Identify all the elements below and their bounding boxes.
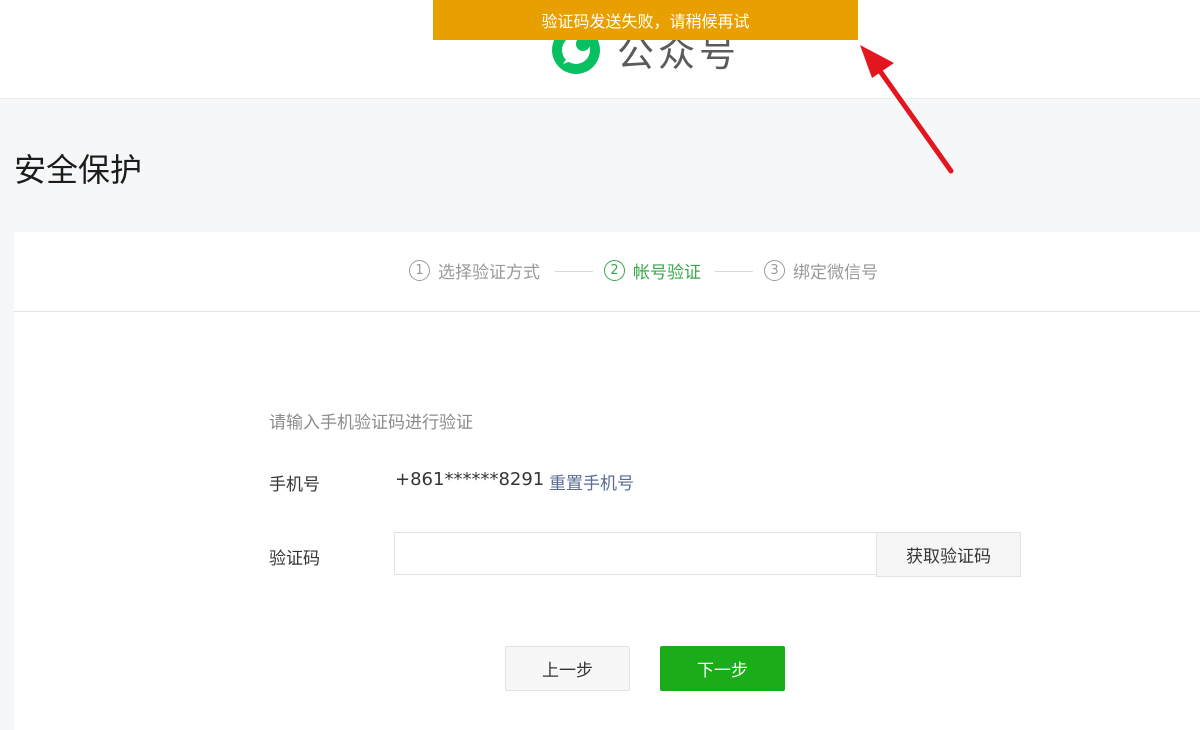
step-indicator: 1 选择验证方式 2 帐号验证 3 绑定微信号 — [14, 232, 1200, 312]
next-step-button[interactable]: 下一步 — [660, 646, 785, 691]
step-label-1: 选择验证方式 — [438, 263, 540, 283]
step-2: 2 帐号验证 — [604, 258, 701, 283]
verification-code-input[interactable] — [394, 532, 876, 575]
verification-panel: 1 选择验证方式 2 帐号验证 3 绑定微信号 请输入手机验证码进行验证 手机号… — [14, 232, 1200, 730]
step-1: 1 选择验证方式 — [409, 258, 540, 283]
reset-phone-link[interactable]: 重置手机号 — [549, 469, 634, 494]
verification-hint: 请输入手机验证码进行验证 — [269, 413, 473, 433]
step-connector — [715, 271, 753, 272]
step-number-3: 3 — [764, 260, 785, 281]
error-toast: 验证码发送失败，请稍候再试 — [433, 0, 858, 40]
step-number-1: 1 — [409, 260, 430, 281]
page-title: 安全保护 — [14, 151, 143, 189]
phone-number: +861******8291 — [395, 469, 545, 490]
code-label: 验证码 — [269, 549, 320, 569]
prev-step-button[interactable]: 上一步 — [505, 646, 630, 691]
step-3: 3 绑定微信号 — [764, 258, 878, 283]
step-connector — [555, 271, 593, 272]
red-arrow-annotation — [860, 45, 954, 174]
step-label-2: 帐号验证 — [633, 263, 701, 283]
step-label-3: 绑定微信号 — [793, 263, 878, 283]
step-number-2: 2 — [604, 260, 625, 281]
get-code-button[interactable]: 获取验证码 — [876, 532, 1021, 577]
phone-label: 手机号 — [269, 475, 320, 495]
